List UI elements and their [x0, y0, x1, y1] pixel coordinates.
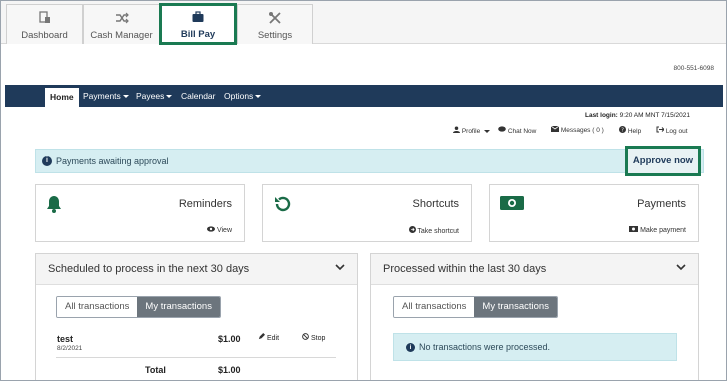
edit-label: Edit	[266, 335, 280, 342]
app-window: Dashboard Cash Manager Bill Pay Settings…	[0, 0, 727, 381]
transaction-stop-link[interactable]: Stop	[302, 333, 325, 342]
total-label: Total	[145, 365, 166, 375]
profile-menu[interactable]: Profile	[453, 126, 491, 135]
last-login: Last login: 9:20 AM MNT 7/15/2021	[585, 112, 690, 119]
money-bill-icon	[500, 195, 524, 213]
alert-text: Payments awaiting approval	[56, 156, 169, 166]
logout-label: Log out	[665, 128, 688, 135]
chat-icon	[498, 126, 506, 132]
profile-label: Profile	[461, 128, 481, 135]
svg-text:?: ?	[621, 128, 624, 133]
shuffle-icon	[84, 11, 159, 29]
tools-icon	[238, 11, 312, 29]
reminders-card[interactable]: Reminders View	[35, 184, 245, 242]
phone-number: 800-551-6098	[673, 65, 714, 72]
undo-icon	[273, 195, 291, 215]
reminders-title: Reminders	[178, 198, 232, 210]
info-icon: i	[42, 156, 52, 166]
tab-bill-pay[interactable]: Bill Pay	[159, 3, 237, 45]
money-bill-small-icon	[629, 226, 639, 232]
help-icon: ?	[619, 126, 626, 134]
info-icon: i	[406, 343, 415, 352]
take-shortcut-link[interactable]: Take shortcut	[408, 226, 459, 235]
caret-down-icon	[484, 129, 491, 133]
caret-down-icon	[255, 95, 262, 99]
total-value: $1.00	[218, 365, 241, 375]
caret-down-icon	[122, 95, 129, 99]
arrow-circle-icon	[408, 226, 416, 233]
help-link[interactable]: ? Help	[619, 126, 641, 135]
nav-payments[interactable]: Payments	[80, 85, 132, 107]
transaction-date: 8/2/2021	[57, 345, 83, 352]
row-divider	[56, 357, 336, 358]
nav-options-label: Options	[224, 91, 254, 101]
processed-all-transactions-tab[interactable]: All transactions	[394, 297, 475, 317]
processed-my-transactions-tab[interactable]: My transactions	[474, 297, 557, 317]
nav-payments-label: Payments	[83, 91, 121, 101]
reminders-view-link[interactable]: View	[207, 226, 232, 234]
tab-settings-label: Settings	[257, 30, 293, 41]
shortcuts-card[interactable]: Shortcuts Take shortcut	[262, 184, 472, 242]
envelope-icon	[550, 125, 560, 132]
approval-alert: i Payments awaiting approval Approve now	[35, 146, 704, 176]
tab-settings[interactable]: Settings	[237, 4, 313, 44]
scheduled-all-transactions-tab[interactable]: All transactions	[57, 297, 138, 317]
stop-label: Stop	[310, 335, 326, 342]
transaction-payee: test	[57, 334, 74, 344]
nav-options[interactable]: Options	[221, 85, 264, 107]
pencil-icon	[258, 333, 265, 340]
eye-icon	[207, 226, 215, 232]
take-shortcut-label: Take shortcut	[417, 228, 459, 235]
approve-now-button[interactable]: Approve now	[625, 146, 701, 176]
no-transactions-notice: i No transactions were processed.	[393, 333, 677, 361]
briefcase-icon	[162, 10, 234, 28]
ban-icon	[302, 333, 309, 340]
scheduled-panel-header[interactable]: Scheduled to process in the next 30 days	[36, 254, 357, 285]
help-label: Help	[627, 128, 642, 135]
messages-link[interactable]: Messages ( 0 )	[550, 125, 604, 134]
dashboard-icon	[7, 11, 82, 29]
logout-icon	[656, 126, 665, 133]
processed-panel-header[interactable]: Processed within the last 30 days	[371, 254, 698, 285]
nav-payees[interactable]: Payees	[133, 85, 175, 107]
no-transactions-text: No transactions were processed.	[419, 342, 551, 352]
reminders-view-label: View	[216, 227, 232, 234]
make-payment-link[interactable]: Make payment	[629, 226, 686, 234]
nav-calendar[interactable]: Calendar	[178, 85, 219, 107]
processed-panel: Processed within the last 30 days All tr…	[370, 253, 699, 380]
payments-title: Payments	[637, 198, 686, 210]
chevron-down-icon[interactable]	[676, 263, 686, 273]
scheduled-title: Scheduled to process in the next 30 days	[48, 263, 250, 275]
nav-home[interactable]: Home	[45, 88, 79, 107]
tab-cash-manager-label: Cash Manager	[90, 30, 153, 41]
last-login-label: Last login:	[584, 112, 618, 119]
transaction-amount: $1.00	[218, 334, 241, 344]
logout-link[interactable]: Log out	[656, 126, 688, 135]
scheduled-my-transactions-tab[interactable]: My transactions	[137, 297, 220, 317]
last-login-value: 9:20 AM MNT 7/15/2021	[619, 112, 690, 119]
transaction-edit-link[interactable]: Edit	[258, 333, 279, 342]
nav-payees-label: Payees	[136, 91, 165, 101]
processed-segmented-control: All transactions My transactions	[393, 296, 558, 318]
messages-label: Messages ( 0 )	[560, 127, 604, 134]
caret-down-icon	[166, 95, 173, 99]
shortcuts-title: Shortcuts	[412, 198, 459, 210]
chat-now-link[interactable]: Chat Now	[498, 126, 536, 135]
bell-icon	[46, 195, 62, 215]
tab-bill-pay-label: Bill Pay	[180, 29, 216, 40]
make-payment-label: Make payment	[640, 227, 686, 234]
tab-dashboard[interactable]: Dashboard	[6, 4, 83, 44]
user-icon	[453, 126, 460, 133]
chat-label: Chat Now	[507, 128, 537, 135]
chevron-down-icon[interactable]	[335, 263, 345, 273]
main-nav: Home Payments Payees Calendar Options	[5, 85, 723, 107]
top-tab-bar: Dashboard Cash Manager Bill Pay Settings	[1, 1, 726, 45]
processed-title: Processed within the last 30 days	[383, 263, 547, 275]
scheduled-panel: Scheduled to process in the next 30 days…	[35, 253, 358, 380]
payments-card[interactable]: Payments Make payment	[489, 184, 699, 242]
tab-dashboard-label: Dashboard	[21, 30, 68, 41]
tab-cash-manager[interactable]: Cash Manager	[83, 4, 160, 44]
scheduled-segmented-control: All transactions My transactions	[56, 296, 221, 318]
